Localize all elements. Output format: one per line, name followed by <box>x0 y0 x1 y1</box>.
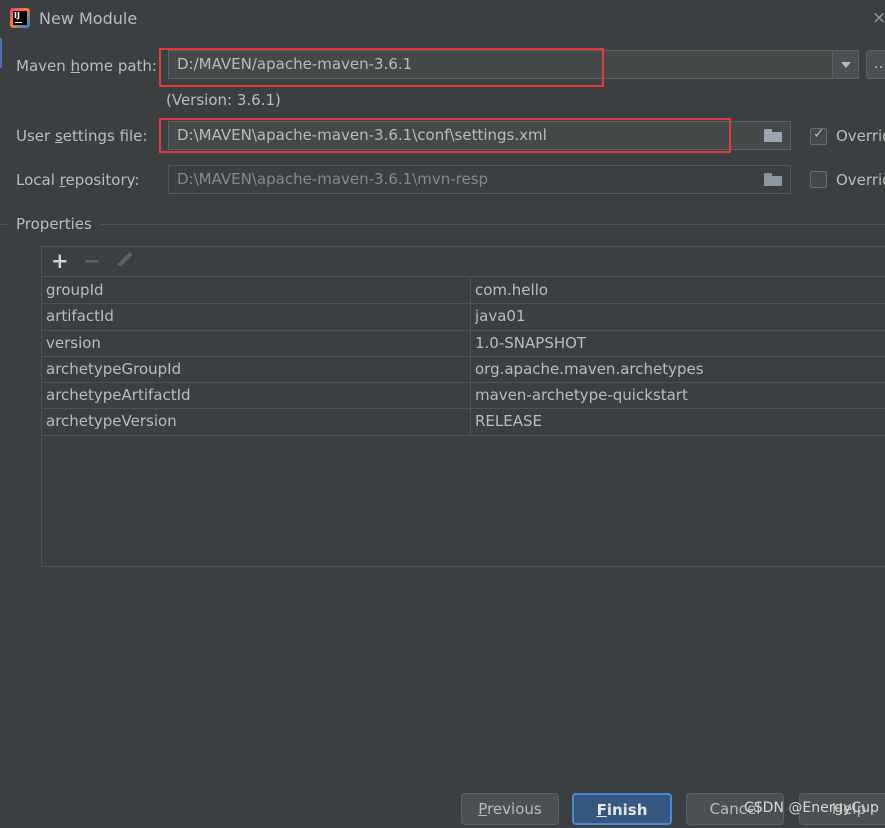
table-row[interactable]: archetypeArtifactId maven-archetype-quic… <box>42 383 885 410</box>
property-key: version <box>46 333 101 352</box>
property-value[interactable]: maven-archetype-quickstart <box>475 386 688 404</box>
repo-override-label[interactable]: Overrid <box>836 171 885 189</box>
property-key: artifactId <box>46 307 114 326</box>
property-value[interactable]: RELEASE <box>475 412 542 430</box>
dropdown-arrow-icon[interactable] <box>832 51 858 78</box>
maven-home-combo[interactable]: D:/MAVEN/apache-maven-3.6.1 <box>168 50 859 79</box>
property-value[interactable]: 1.0-SNAPSHOT <box>475 334 586 352</box>
finish-button[interactable]: Finish <box>572 793 672 825</box>
maven-home-value: D:/MAVEN/apache-maven-3.6.1 <box>177 55 413 73</box>
title-bar: IJ New Module × <box>0 0 885 38</box>
settings-override-label[interactable]: Overrid <box>836 127 885 145</box>
intellij-app-icon: IJ <box>10 8 30 28</box>
properties-table: groupId com.hello artifactId java01 vers… <box>42 278 885 436</box>
property-value[interactable]: java01 <box>475 307 526 325</box>
table-row[interactable]: archetypeGroupId org.apache.maven.archet… <box>42 356 885 384</box>
properties-panel: + − groupId com.hello artifactId java01 … <box>41 246 885 567</box>
local-repo-field: D:\MAVEN\apache-maven-3.6.1\mvn-resp <box>168 165 791 194</box>
edit-pencil-icon[interactable] <box>116 251 134 269</box>
property-value[interactable]: org.apache.maven.archetypes <box>475 360 704 378</box>
user-settings-value: D:\MAVEN\apache-maven-3.6.1\conf\setting… <box>177 126 547 144</box>
separator-line <box>0 224 8 225</box>
local-repo-value: D:\MAVEN\apache-maven-3.6.1\mvn-resp <box>177 170 489 188</box>
property-key: archetypeGroupId <box>46 359 182 378</box>
add-icon[interactable]: + <box>51 249 69 273</box>
table-row[interactable]: version 1.0-SNAPSHOT <box>42 330 885 357</box>
local-repo-label: Local repository: <box>16 171 140 189</box>
previous-button[interactable]: Previous <box>461 793 559 825</box>
table-row[interactable]: groupId com.hello <box>42 278 885 305</box>
close-icon[interactable]: × <box>872 8 885 28</box>
property-key: archetypeArtifactId <box>46 386 191 405</box>
left-edge-strip <box>0 38 2 68</box>
property-key: archetypeVersion <box>46 412 177 431</box>
window-title: New Module <box>39 9 138 28</box>
maven-version-text: (Version: 3.6.1) <box>166 91 281 109</box>
table-row[interactable]: archetypeVersion RELEASE <box>42 409 885 436</box>
browse-button[interactable]: ... <box>866 50 885 79</box>
properties-toolbar: + − <box>42 247 885 277</box>
watermark-text: CSDN @EnergyCup <box>744 800 879 816</box>
user-settings-label: User settings file: <box>16 127 148 145</box>
folder-icon[interactable] <box>764 129 782 142</box>
settings-override-checkbox[interactable]: ✓ <box>810 126 827 145</box>
checkmark-icon: ✓ <box>813 126 825 142</box>
table-row[interactable]: artifactId java01 <box>42 304 885 331</box>
property-value[interactable]: com.hello <box>475 281 548 299</box>
maven-home-label: Maven home path: <box>16 57 157 75</box>
user-settings-field[interactable]: D:\MAVEN\apache-maven-3.6.1\conf\setting… <box>168 121 791 150</box>
folder-icon[interactable] <box>764 173 782 186</box>
separator-line <box>100 224 885 225</box>
properties-title: Properties <box>16 215 92 233</box>
property-key: groupId <box>46 281 104 299</box>
repo-override-checkbox[interactable] <box>810 171 827 188</box>
remove-icon[interactable]: − <box>83 249 101 273</box>
